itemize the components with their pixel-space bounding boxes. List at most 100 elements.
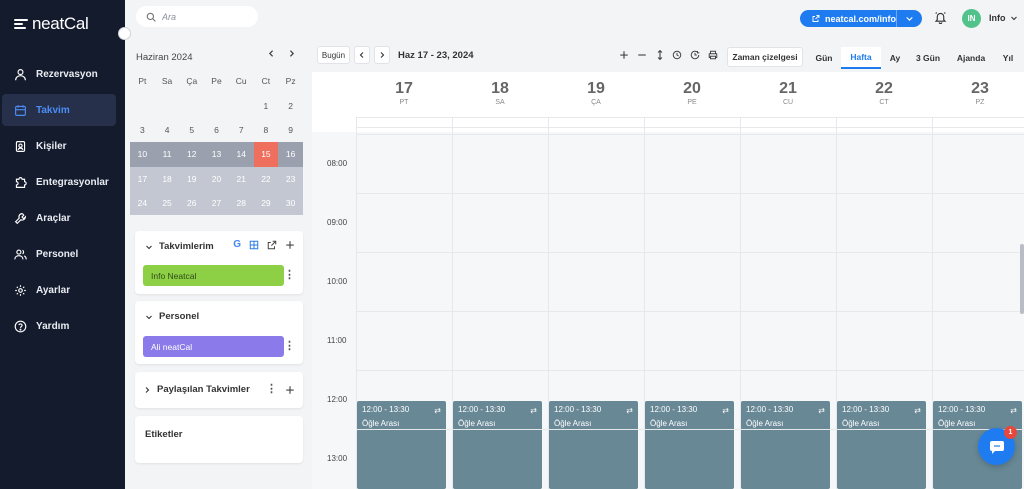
mini-calendar-day[interactable]: 23 — [278, 167, 303, 191]
mini-calendar-day[interactable]: 3 — [130, 118, 155, 142]
next-month-button[interactable] — [287, 49, 296, 61]
sidebar-item-label: Ayarlar — [36, 284, 71, 296]
mini-calendar-day[interactable]: 1 — [254, 93, 279, 117]
sidebar-collapse-toggle[interactable] — [118, 27, 131, 40]
external-link-icon[interactable] — [267, 240, 277, 250]
mini-calendar-day[interactable]: 17 — [130, 167, 155, 191]
mini-calendar-day[interactable]: 15 — [253, 142, 279, 167]
day-header[interactable]: 20 PE — [644, 80, 740, 106]
vertical-scrollbar[interactable] — [1020, 244, 1024, 314]
clock-icon[interactable] — [671, 49, 683, 61]
user-menu-chevron-icon[interactable] — [1010, 14, 1018, 25]
tab-day[interactable]: Gün — [812, 47, 836, 69]
mini-calendar-day[interactable]: 20 — [204, 167, 229, 191]
mini-calendar-day[interactable]: 10 — [130, 142, 155, 166]
event-lunch-break[interactable]: 12:00 - 13:30 Öğle Arası ⇄ — [645, 401, 734, 489]
more-vertical-icon[interactable]: ⋮ — [284, 268, 295, 281]
event-lunch-break[interactable]: 12:00 - 13:30 Öğle Arası ⇄ — [549, 401, 638, 489]
avatar[interactable]: IN — [962, 9, 981, 28]
notifications-button[interactable] — [934, 11, 947, 27]
staff-item-ali-neatcal[interactable]: Ali neatCal — [143, 336, 284, 357]
repeat-icon: ⇄ — [818, 406, 825, 415]
tags-title[interactable]: Etiketler — [145, 429, 183, 440]
mini-calendar-day[interactable]: 6 — [204, 118, 229, 142]
mini-calendar-day[interactable]: 30 — [278, 191, 303, 215]
time-label: 08:00 — [327, 159, 348, 168]
plus-icon[interactable] — [285, 240, 295, 250]
sidebar-item-kisiler[interactable]: Kişiler — [2, 130, 116, 162]
event-lunch-break[interactable]: 12:00 - 13:30 Öğle Arası ⇄ — [357, 401, 446, 489]
calendar-item-info-neatcal[interactable]: Info Neatcal — [143, 265, 284, 286]
url-dropdown-toggle[interactable] — [897, 14, 922, 23]
mini-calendar-day[interactable]: 22 — [254, 167, 279, 191]
more-vertical-icon[interactable]: ⋮ — [284, 339, 295, 352]
sidebar-item-yardim[interactable]: Yardım — [2, 310, 116, 342]
next-week-button[interactable] — [374, 46, 390, 64]
mini-calendar-grid: Pt Sa Ça Pe Cu Ct Pz 1 2 3 4 5 6 7 8 9 10 11 12 13 14… — [130, 69, 303, 216]
mini-calendar-day[interactable]: 4 — [155, 118, 180, 142]
shared-calendars-toggle[interactable]: Paylaşılan Takvimler — [143, 384, 250, 395]
mini-calendar-day[interactable]: 29 — [254, 191, 279, 215]
sidebar-item-personel[interactable]: Personel — [2, 238, 116, 270]
zoom-in-icon[interactable] — [618, 49, 630, 61]
tab-agenda[interactable]: Ajanda — [953, 47, 989, 69]
expand-vertical-icon[interactable] — [654, 49, 666, 61]
day-header[interactable]: 21 CU — [740, 80, 836, 106]
microsoft-grid-icon[interactable] — [249, 240, 259, 250]
sidebar-item-araclar[interactable]: Araçlar — [2, 202, 116, 234]
more-vertical-icon[interactable]: ⋮ — [266, 382, 277, 395]
mini-calendar-day[interactable]: 14 — [229, 142, 254, 166]
day-header[interactable]: 18 SA — [452, 80, 548, 106]
mini-calendar-day[interactable]: 11 — [155, 142, 180, 166]
zoom-out-icon[interactable] — [636, 49, 648, 61]
app-logo[interactable]: neatCal — [14, 14, 89, 34]
day-header[interactable]: 23 PZ — [932, 80, 1024, 106]
my-calendars-toggle[interactable]: Takvimlerim — [145, 241, 214, 252]
public-url-button[interactable]: neatcal.com/info — [800, 10, 922, 27]
day-header[interactable]: 22 CT — [836, 80, 932, 106]
mini-calendar-day[interactable]: 28 — [229, 191, 254, 215]
mini-calendar-day[interactable]: 25 — [155, 191, 180, 215]
plus-icon[interactable] — [285, 385, 295, 395]
search-input[interactable] — [162, 11, 252, 22]
tab-week[interactable]: Hafta — [841, 47, 881, 69]
mini-calendar-day[interactable]: 9 — [278, 118, 303, 142]
mini-calendar-day[interactable]: 24 — [130, 191, 155, 215]
sidebar-item-rezervasyon[interactable]: Rezervasyon — [2, 58, 116, 90]
mini-calendar-day[interactable]: 26 — [179, 191, 204, 215]
today-button[interactable]: Bugün — [317, 46, 350, 64]
google-icon[interactable]: G — [233, 239, 241, 250]
calendar-icon — [15, 104, 26, 116]
mini-calendar-day[interactable]: 12 — [179, 142, 204, 166]
prev-month-button[interactable] — [267, 49, 276, 61]
sidebar-item-takvim[interactable]: Takvim — [2, 94, 116, 126]
day-header[interactable]: 19 ÇA — [548, 80, 644, 106]
print-icon[interactable] — [707, 49, 719, 61]
day-header[interactable]: 17 PT — [356, 80, 452, 106]
prev-week-button[interactable] — [354, 46, 370, 64]
open-url-link[interactable]: neatcal.com/info — [800, 14, 896, 24]
sidebar-item-entegrasyonlar[interactable]: Entegrasyonlar — [2, 166, 116, 198]
tab-month[interactable]: Ay — [885, 47, 905, 69]
mini-calendar-day[interactable]: 19 — [179, 167, 204, 191]
sidebar-item-ayarlar[interactable]: Ayarlar — [2, 274, 116, 306]
mini-calendar-day[interactable]: 7 — [229, 118, 254, 142]
user-menu-label[interactable]: Info — [989, 13, 1006, 23]
event-lunch-break[interactable]: 12:00 - 13:30 Öğle Arası ⇄ — [453, 401, 542, 489]
tab-3-day[interactable]: 3 Gün — [913, 47, 943, 69]
mini-calendar-day[interactable]: 2 — [278, 93, 303, 117]
mini-calendar-day[interactable]: 8 — [254, 118, 279, 142]
event-lunch-break[interactable]: 12:00 - 13:30 Öğle Arası ⇄ — [741, 401, 830, 489]
staff-toggle[interactable]: Personel — [145, 311, 199, 322]
mini-calendar-day[interactable]: 5 — [179, 118, 204, 142]
search-box[interactable] — [136, 6, 258, 27]
mini-calendar-day[interactable]: 21 — [229, 167, 254, 191]
mini-calendar-day[interactable]: 13 — [204, 142, 229, 166]
mini-calendar-day[interactable]: 27 — [204, 191, 229, 215]
mini-calendar-day[interactable]: 16 — [278, 142, 303, 166]
tab-year[interactable]: Yıl — [996, 47, 1020, 69]
event-lunch-break[interactable]: 12:00 - 13:30 Öğle Arası ⇄ — [837, 401, 926, 489]
mini-calendar-day[interactable]: 18 — [155, 167, 180, 191]
timeline-button[interactable]: Zaman çizelgesi — [727, 47, 803, 67]
timezone-icon[interactable] — [689, 49, 701, 61]
